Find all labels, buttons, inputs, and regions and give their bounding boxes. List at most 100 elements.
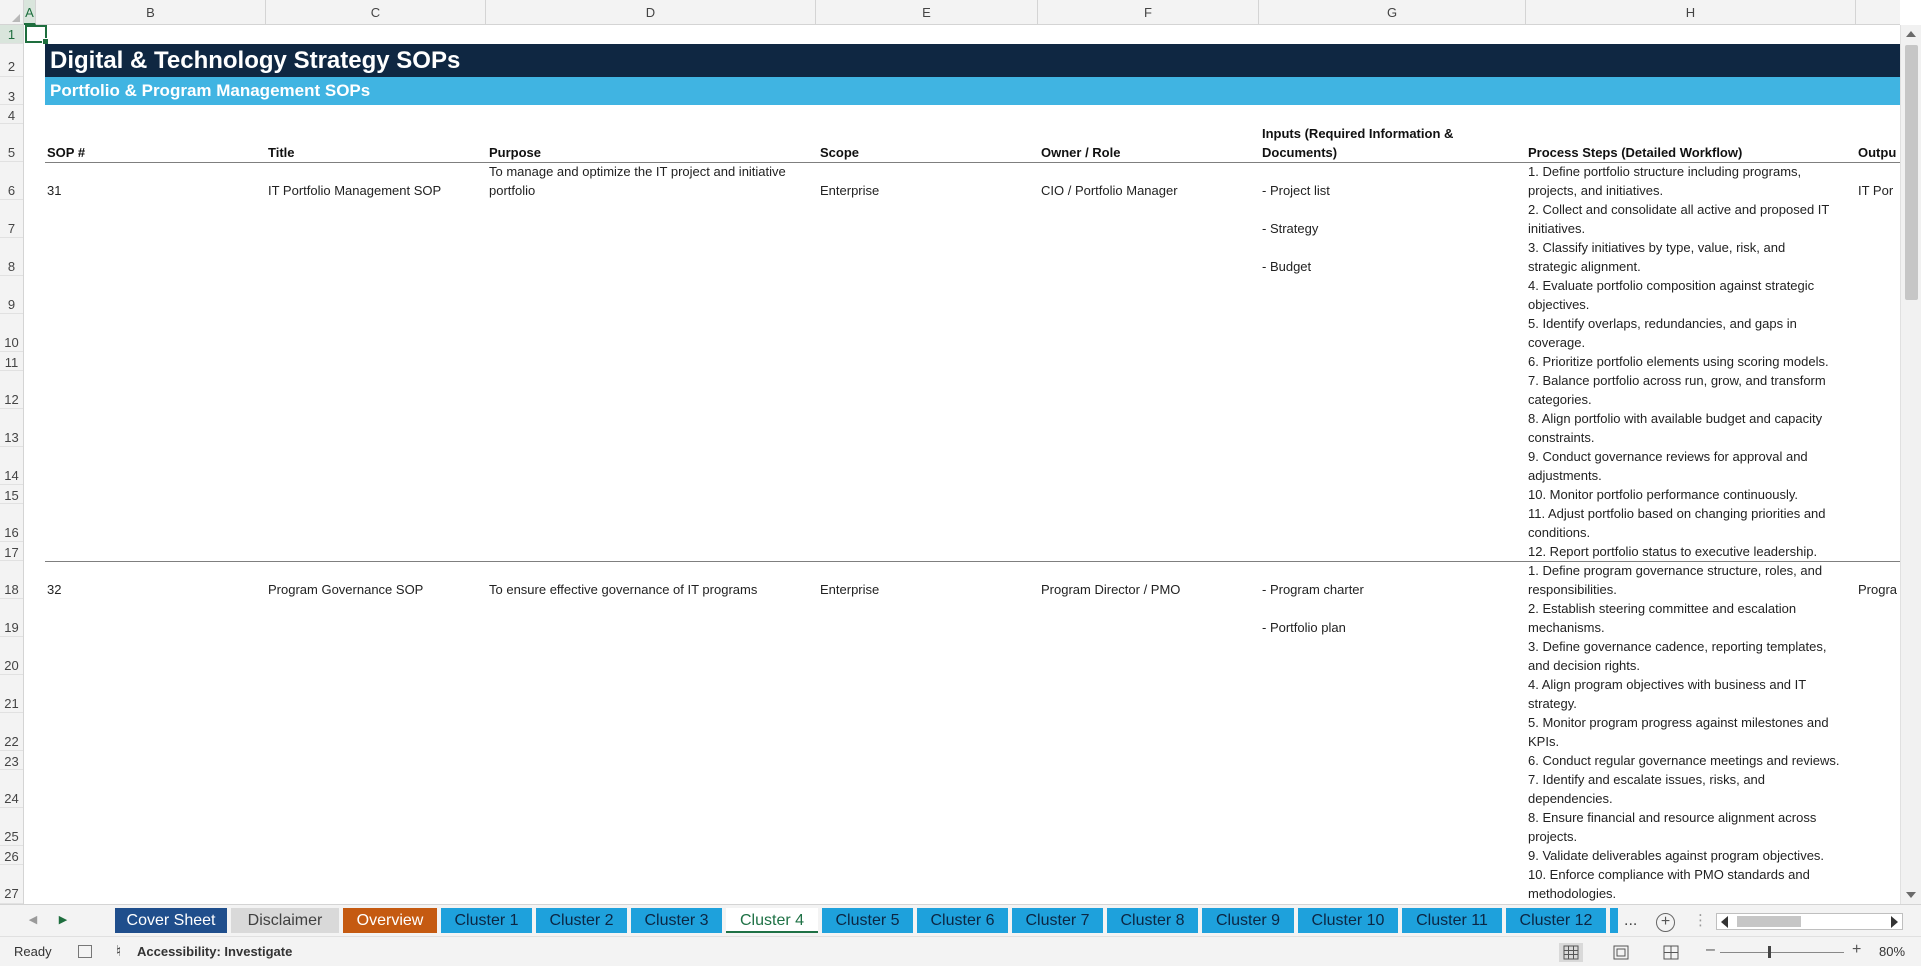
sheet-tab-cluster-6[interactable]: Cluster 6 [917,908,1008,933]
column-header-b[interactable]: B [36,0,266,25]
sop-number-cell[interactable]: 31 [47,181,61,200]
zoom-level[interactable]: 80% [1879,944,1905,959]
sop-owner-cell[interactable]: Program Director / PMO [1041,580,1180,599]
sheet-tab-cluster-10[interactable]: Cluster 10 [1298,908,1398,933]
sop-purpose-cell-line1[interactable]: To ensure effective governance of IT pro… [489,580,757,599]
sheet-tab-cluster-9[interactable]: Cluster 9 [1202,908,1294,933]
column-header-a[interactable]: A [24,0,36,25]
sop-input-item[interactable]: - Budget [1262,257,1311,276]
sheet-tab-cluster-3[interactable]: Cluster 3 [631,908,722,933]
row-header[interactable]: 8 [0,238,23,276]
row-header[interactable]: 24 [0,770,23,808]
row-header[interactable]: 19 [0,599,23,637]
process-step-line: coverage. [1528,335,1586,350]
column-header-g[interactable]: G [1259,0,1526,25]
row-header[interactable]: 22 [0,713,23,751]
zoom-slider-thumb[interactable] [1768,946,1771,958]
row-header[interactable]: 20 [0,637,23,675]
sop-purpose-cell-line2[interactable]: portfolio [489,181,535,200]
tab-split-handle-icon[interactable]: ⋮ [1693,911,1708,929]
column-header-bar: A B C D E F G H [0,0,1900,25]
row-header[interactable]: 5 [0,124,23,162]
column-header-d[interactable]: D [486,0,816,25]
sop-input-item[interactable]: - Project list [1262,181,1330,200]
page-layout-view-icon[interactable] [1609,943,1633,962]
process-step-line: 1. Define program governance structure, … [1528,563,1823,578]
sheet-tab-disclaimer[interactable]: Disclaimer [231,908,339,933]
row-header[interactable]: 23 [0,751,23,770]
column-header-h[interactable]: H [1526,0,1856,25]
accessibility-status[interactable]: Accessibility: Investigate [137,944,292,959]
row-header[interactable]: 26 [0,846,23,865]
row-header[interactable]: 27 [0,865,23,904]
sheet-tab-cluster-1[interactable]: Cluster 1 [441,908,532,933]
row-header[interactable]: 4 [0,105,23,124]
sop-purpose-cell-line1[interactable]: To manage and optimize the IT project an… [489,162,786,181]
row-header[interactable]: 14 [0,447,23,485]
sheet-tab-cluster-8[interactable]: Cluster 8 [1107,908,1198,933]
row-header[interactable]: 16 [0,504,23,542]
sop-number-cell[interactable]: 32 [47,580,61,599]
row-header[interactable]: 11 [0,352,23,371]
sheet-tab-partial[interactable] [1610,908,1618,933]
sop-owner-cell[interactable]: CIO / Portfolio Manager [1041,181,1178,200]
row-header[interactable]: 17 [0,542,23,561]
sop-input-item[interactable]: - Strategy [1262,219,1318,238]
select-all-button[interactable] [0,0,24,25]
row-header[interactable]: 10 [0,314,23,352]
row-header[interactable]: 7 [0,200,23,238]
sheet-tab-cluster-4[interactable]: Cluster 4 [726,908,818,933]
row-header[interactable]: 3 [0,77,23,105]
next-sheet-icon[interactable]: ▶ [56,913,70,927]
sheet-tab-cluster-11[interactable]: Cluster 11 [1402,908,1502,933]
column-header-f[interactable]: F [1038,0,1259,25]
sheet-tab-cluster-2[interactable]: Cluster 2 [536,908,627,933]
accessibility-icon[interactable]: ♮ [116,942,121,960]
sheet-tab-overview[interactable]: Overview [343,908,437,933]
scroll-right-icon[interactable] [1891,916,1898,928]
vertical-scroll-thumb[interactable] [1905,45,1918,300]
header-process-steps: Process Steps (Detailed Workflow) [1528,145,1743,160]
row-header[interactable]: 12 [0,371,23,409]
scroll-down-icon[interactable] [1906,892,1916,898]
row-header[interactable]: 21 [0,675,23,713]
row-header[interactable]: 18 [0,561,23,599]
worksheet-grid[interactable]: Digital & Technology Strategy SOPs Portf… [25,25,1900,904]
add-sheet-icon[interactable]: + [1656,913,1675,932]
sop-title-cell[interactable]: IT Portfolio Management SOP [268,181,441,200]
normal-view-icon[interactable] [1559,943,1583,962]
sop-output-cell[interactable]: IT Por [1858,181,1893,200]
more-sheets-button[interactable]: ... [1624,908,1637,933]
sop-scope-cell[interactable]: Enterprise [820,181,879,200]
scroll-up-icon[interactable] [1906,31,1916,37]
sheet-tab-cluster-7[interactable]: Cluster 7 [1012,908,1103,933]
horizontal-scroll-thumb[interactable] [1737,916,1801,927]
sop-input-item[interactable]: - Program charter [1262,580,1364,599]
row-header[interactable]: 13 [0,409,23,447]
row-header[interactable]: 25 [0,808,23,846]
row-header[interactable]: 1 [0,25,23,44]
previous-sheet-icon[interactable]: ◀ [26,913,40,927]
sop-output-cell[interactable]: Progra [1858,580,1897,599]
active-cell-cursor[interactable] [25,25,49,45]
sop-input-item[interactable]: - Portfolio plan [1262,618,1346,637]
sheet-tab-cluster-5[interactable]: Cluster 5 [822,908,913,933]
row-header[interactable]: 6 [0,162,23,200]
row-header[interactable]: 15 [0,485,23,504]
workbook-statistics-icon[interactable] [78,945,92,958]
zoom-out-icon[interactable]: – [1706,941,1715,959]
scroll-left-icon[interactable] [1721,916,1728,928]
row-header[interactable]: 2 [0,44,23,77]
page-break-preview-icon[interactable] [1659,943,1683,962]
row-header[interactable]: 9 [0,276,23,314]
sheet-tab-cover-sheet[interactable]: Cover Sheet [115,908,227,933]
column-header-c[interactable]: C [266,0,486,25]
zoom-in-icon[interactable]: + [1852,941,1861,959]
zoom-slider[interactable] [1720,952,1844,953]
column-header-e[interactable]: E [816,0,1038,25]
sheet-tab-cluster-12[interactable]: Cluster 12 [1506,908,1606,933]
sop-scope-cell[interactable]: Enterprise [820,580,879,599]
vertical-scrollbar[interactable] [1900,25,1921,904]
sop-title-cell[interactable]: Program Governance SOP [268,580,423,599]
horizontal-scrollbar[interactable] [1716,913,1903,930]
